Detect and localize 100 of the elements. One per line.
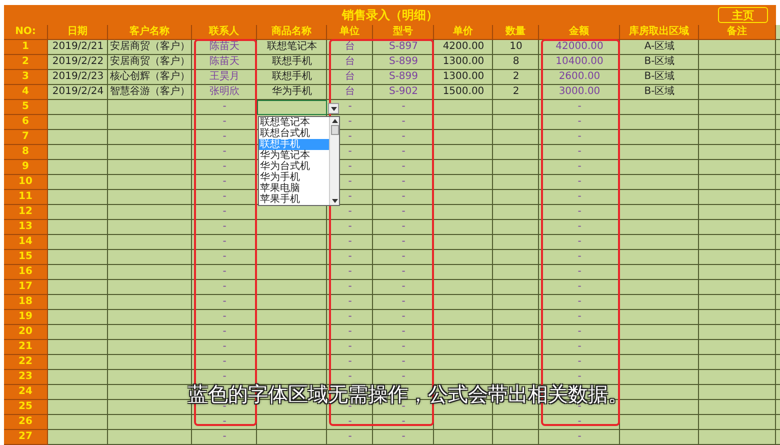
row-number: 23 xyxy=(4,370,48,385)
dropdown-item[interactable]: 华为手机 xyxy=(259,172,329,183)
table-cell: - xyxy=(348,266,352,277)
table-cell: 1500.00 xyxy=(442,86,484,97)
table-cell: - xyxy=(578,116,582,127)
column-header: 日期 xyxy=(48,25,108,40)
table-cell: 联想笔记本 xyxy=(267,41,317,52)
table-cell: S-897 xyxy=(388,41,418,52)
table-cell: - xyxy=(578,371,582,382)
table-cell: - xyxy=(578,161,582,172)
table-cell: - xyxy=(402,176,406,187)
table-cell: - xyxy=(578,266,582,277)
table-cell: - xyxy=(402,116,406,127)
table-cell: - xyxy=(578,221,582,232)
table-cell: - xyxy=(578,326,582,337)
row-number: 4 xyxy=(4,85,48,100)
dropdown-item[interactable]: 联想台式机 xyxy=(259,128,329,139)
table-cell: - xyxy=(222,101,226,112)
dropdown-item[interactable]: 华为台式机 xyxy=(259,161,329,172)
table-cell: - xyxy=(222,221,226,232)
table-cell: 2 xyxy=(512,71,520,82)
table-cell: 联想手机 xyxy=(272,56,312,67)
table-cell: - xyxy=(402,371,406,382)
table-cell: 核心创辉（客户） xyxy=(110,71,190,82)
table-cell: 王昊月 xyxy=(210,71,240,82)
row-number: 1 xyxy=(4,40,48,55)
scrollbar[interactable] xyxy=(329,117,339,205)
table-cell: - xyxy=(222,116,226,127)
row-number: 12 xyxy=(4,205,48,220)
table-cell: 安居商贸（客户） xyxy=(110,56,190,67)
table-cell: - xyxy=(222,371,226,382)
table-cell: - xyxy=(578,281,582,292)
table-cell: - xyxy=(578,176,582,187)
table-cell: - xyxy=(402,221,406,232)
table-cell: - xyxy=(222,311,226,322)
table-cell: - xyxy=(402,266,406,277)
table-cell: - xyxy=(222,356,226,367)
row-number: 8 xyxy=(4,145,48,160)
table-cell: - xyxy=(222,281,226,292)
column-header: 商品名称 xyxy=(257,25,327,40)
table-cell: - xyxy=(578,146,582,157)
dropdown-item[interactable]: 苹果手机 xyxy=(259,194,329,205)
scroll-thumb[interactable] xyxy=(330,125,338,135)
row-number: 13 xyxy=(4,220,48,235)
table-cell: - xyxy=(222,236,226,247)
table-cell: - xyxy=(402,161,406,172)
table-cell: - xyxy=(348,251,352,262)
selected-cell[interactable] xyxy=(257,100,327,115)
row-number: 10 xyxy=(4,175,48,190)
table-cell: - xyxy=(578,206,582,217)
dropdown-item[interactable]: 联想笔记本 xyxy=(259,117,329,128)
column-header: 数量 xyxy=(493,25,539,40)
table-cell: - xyxy=(578,356,582,367)
row-number: 9 xyxy=(4,160,48,175)
table-cell: - xyxy=(348,326,352,337)
row-number: 21 xyxy=(4,340,48,355)
table-cell: - xyxy=(578,191,582,202)
table-cell: - xyxy=(578,311,582,322)
table-cell: - xyxy=(348,431,352,442)
row-number: 14 xyxy=(4,235,48,250)
table-cell: 8 xyxy=(512,56,520,67)
table-cell: 1300.00 xyxy=(442,56,484,67)
table-cell: 10 xyxy=(510,41,522,52)
row-number: 22 xyxy=(4,355,48,370)
column-header: 备注 xyxy=(699,25,776,40)
row-number: 7 xyxy=(4,130,48,145)
row-number: 5 xyxy=(4,100,48,115)
table-cell: 2 xyxy=(512,86,520,97)
table-cell: - xyxy=(222,416,226,427)
row-number: 25 xyxy=(4,400,48,415)
table-cell: - xyxy=(222,266,226,277)
table-cell: - xyxy=(222,146,226,157)
table-cell: - xyxy=(348,101,352,112)
table-cell: - xyxy=(348,131,352,142)
table-cell: 2019/2/21 xyxy=(52,41,104,52)
table-cell: 1300.00 xyxy=(442,71,484,82)
scroll-up-icon xyxy=(332,119,338,123)
table-cell: B-区域 xyxy=(644,86,675,97)
table-cell: - xyxy=(348,221,352,232)
row-number: 15 xyxy=(4,250,48,265)
table-cell: - xyxy=(348,341,352,352)
dropdown-button[interactable] xyxy=(328,103,339,114)
table-cell: 2019/2/22 xyxy=(52,56,104,67)
dropdown-item[interactable]: 苹果电脑 xyxy=(259,183,329,194)
column-header: 金额 xyxy=(539,25,620,40)
table-cell: - xyxy=(578,341,582,352)
table-cell: - xyxy=(578,416,582,427)
row-number: 6 xyxy=(4,115,48,130)
dropdown-item[interactable]: 华为笔记本 xyxy=(259,150,329,161)
column-header: 型号 xyxy=(373,25,434,40)
table-cell: - xyxy=(578,296,582,307)
table-cell: - xyxy=(402,281,406,292)
table-cell: - xyxy=(402,191,406,202)
table-cell: B-区域 xyxy=(644,71,675,82)
table-cell: A-区域 xyxy=(644,41,675,52)
table-cell: S-902 xyxy=(388,86,418,97)
table-cell: - xyxy=(402,146,406,157)
row-number: 3 xyxy=(4,70,48,85)
table-cell: - xyxy=(402,296,406,307)
table-cell: B-区域 xyxy=(644,56,675,67)
